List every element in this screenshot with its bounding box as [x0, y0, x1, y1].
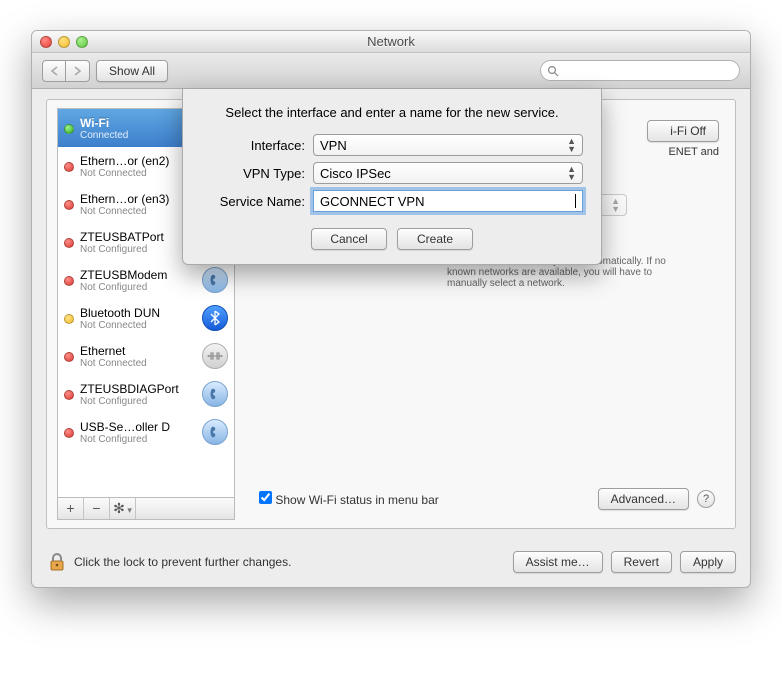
service-status: Not Connected [80, 320, 196, 331]
status-note-fragment: ENET and [647, 146, 719, 158]
popup-arrows-icon: ▲▼ [611, 197, 620, 213]
vpn-type-popup[interactable]: Cisco IPSec ▲▼ [313, 162, 583, 184]
service-list-toolbar: + − ✻ [58, 497, 234, 519]
add-service-button[interactable]: + [58, 498, 84, 519]
service-name: ZTEUSBModem [80, 268, 196, 282]
service-name: ZTEUSBATPort [80, 230, 196, 244]
phone-icon [202, 419, 228, 445]
search-icon [547, 65, 559, 77]
lock-icon [46, 551, 68, 573]
service-status: Not Configured [80, 434, 196, 445]
service-name-input[interactable]: GCONNECT VPN [313, 190, 583, 212]
service-status: Not Connected [80, 358, 196, 369]
service-name: Bluetooth DUN [80, 306, 196, 320]
service-name: Ethernet [80, 344, 196, 358]
service-item-ethernet[interactable]: Ethernet Not Connected [58, 337, 234, 375]
phone-icon [202, 267, 228, 293]
help-button[interactable]: ? [697, 490, 715, 508]
service-name: Ethern…or (en3) [80, 192, 196, 206]
service-status: Not Configured [80, 244, 196, 255]
back-button[interactable] [42, 60, 66, 82]
service-actions-button[interactable]: ✻ [110, 498, 136, 519]
search-field[interactable] [540, 60, 740, 81]
phone-icon [202, 381, 228, 407]
service-status: Not Configured [80, 282, 196, 293]
show-all-button[interactable]: Show All [96, 60, 168, 82]
detail-bottom-bar: Show Wi-Fi status in menu bar Advanced… … [259, 488, 715, 510]
vpn-type-value: Cisco IPSec [320, 166, 391, 181]
status-dot-icon [64, 276, 74, 286]
service-name: Ethern…or (en2) [80, 154, 196, 168]
remove-service-button[interactable]: − [84, 498, 110, 519]
status-dot-icon [64, 124, 74, 134]
cancel-button[interactable]: Cancel [311, 228, 387, 250]
nav-back-forward [42, 60, 90, 82]
apply-button[interactable]: Apply [680, 551, 736, 573]
create-button[interactable]: Create [397, 228, 473, 250]
service-name-value: GCONNECT VPN [320, 194, 425, 209]
lock-text: Click the lock to prevent further change… [74, 555, 291, 569]
service-name: USB-Se…oller D [80, 420, 196, 434]
show-wifi-status-checkbox[interactable]: Show Wi-Fi status in menu bar [259, 491, 439, 507]
forward-button[interactable] [66, 60, 90, 82]
service-name: ZTEUSBDIAGPort [80, 382, 196, 396]
interface-value: VPN [320, 138, 347, 153]
titlebar: Network [32, 31, 750, 53]
popup-arrows-icon: ▲▼ [567, 165, 576, 181]
toolbar: Show All [32, 53, 750, 89]
status-dot-icon [64, 314, 74, 324]
service-status: Not Connected [80, 206, 196, 217]
preferences-window: Network Show All [31, 30, 751, 588]
revert-button[interactable]: Revert [611, 551, 672, 573]
bluetooth-icon [202, 305, 228, 331]
chevron-right-icon [73, 66, 82, 76]
service-item-ztediag[interactable]: ZTEUSBDIAGPort Not Configured [58, 375, 234, 413]
footer: Click the lock to prevent further change… [32, 543, 750, 587]
vpn-type-label: VPN Type: [201, 166, 305, 181]
status-dot-icon [64, 162, 74, 172]
advanced-button[interactable]: Advanced… [598, 488, 689, 510]
popup-arrows-icon: ▲▼ [567, 137, 576, 153]
status-dot-icon [64, 428, 74, 438]
service-item-usbserial[interactable]: USB-Se…oller D Not Configured [58, 413, 234, 451]
window-title: Network [32, 34, 750, 49]
service-item-btdun[interactable]: Bluetooth DUN Not Connected [58, 299, 234, 337]
service-item-ztemodem[interactable]: ZTEUSBModem Not Configured [58, 261, 234, 299]
new-service-sheet: Select the interface and enter a name fo… [182, 89, 602, 265]
status-dot-icon [64, 352, 74, 362]
status-dot-icon [64, 390, 74, 400]
interface-popup[interactable]: VPN ▲▼ [313, 134, 583, 156]
turn-wifi-off-button[interactable]: i-Fi Off [647, 120, 719, 142]
checkbox-icon[interactable] [259, 491, 272, 504]
text-caret-icon [575, 194, 576, 208]
service-name-label: Service Name: [201, 194, 305, 209]
lock-row[interactable]: Click the lock to prevent further change… [46, 551, 291, 573]
sheet-message: Select the interface and enter a name fo… [201, 105, 583, 120]
chevron-left-icon [50, 66, 59, 76]
assist-me-button[interactable]: Assist me… [513, 551, 603, 573]
ethernet-icon [202, 343, 228, 369]
service-status: Not Configured [80, 396, 196, 407]
interface-label: Interface: [201, 138, 305, 153]
show-status-label: Show Wi-Fi status in menu bar [275, 493, 438, 507]
status-dot-icon [64, 238, 74, 248]
status-dot-icon [64, 200, 74, 210]
service-status: Not Connected [80, 168, 196, 179]
